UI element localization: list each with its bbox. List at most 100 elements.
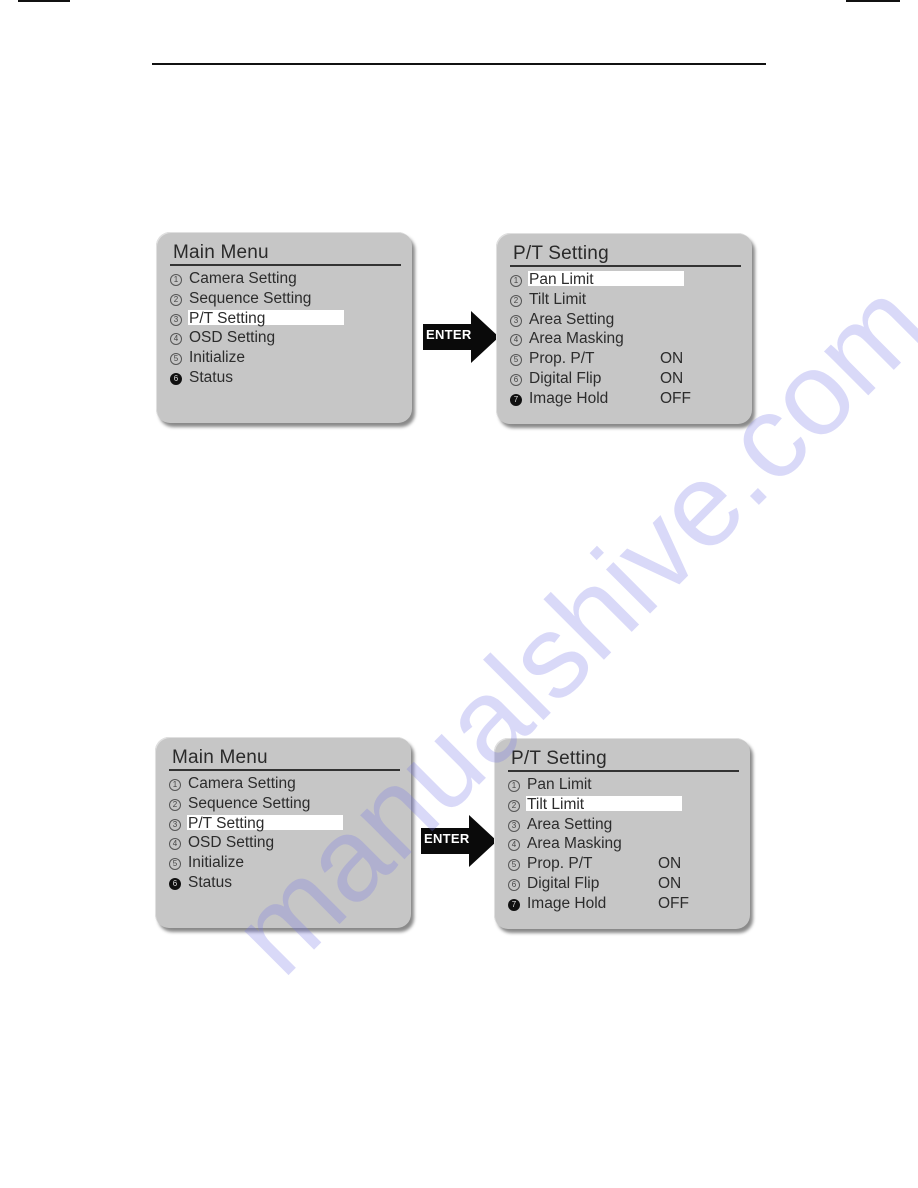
circled-number-icon: 1: [170, 274, 182, 286]
menu-item-camera-setting[interactable]: 1 Camera Setting: [170, 269, 402, 289]
menu-item-label: Initialize: [189, 349, 245, 367]
menu-item-label: Tilt Limit: [529, 290, 587, 308]
circled-number-icon: 2: [169, 798, 181, 811]
main-menu-panel: Main Menu 1 Camera Setting 2 Sequence Setti…: [155, 737, 411, 928]
menu-item-sequence-setting[interactable]: 2 Sequence Setting: [169, 794, 401, 814]
title-divider: [170, 264, 401, 266]
circled-number-icon: 5: [169, 858, 181, 871]
menu-item-label: Digital Flip: [529, 369, 602, 387]
menu-item-label: Pan Limit: [529, 271, 594, 288]
header-rule: [152, 63, 766, 65]
menu-item-label: Sequence Setting: [189, 289, 312, 307]
menu-item-prop-p-t[interactable]: 5 Prop. P/T ON: [508, 854, 740, 874]
title-divider: [510, 265, 741, 267]
menu-item-osd-setting[interactable]: 4 OSD Setting: [169, 833, 401, 853]
menu-item-label: OSD Setting: [189, 329, 276, 347]
menu-item-label: Image Hold: [527, 894, 607, 912]
menu-item-label: Prop. P/T: [527, 855, 593, 873]
menu-item-value: ON: [658, 874, 682, 892]
circled-number-icon: 5: [510, 354, 522, 367]
circled-number-icon: 7: [508, 898, 520, 911]
pt-setting-title: P/T Setting: [511, 748, 607, 769]
menu-item-tilt-limit[interactable]: 2 Tilt Limit: [508, 795, 740, 815]
menu-item-status[interactable]: 6 Status: [169, 873, 401, 893]
circled-number-icon: 3: [508, 819, 520, 832]
circled-number-icon: 3: [510, 314, 522, 327]
menu-item-status[interactable]: 6 Status: [170, 368, 402, 388]
menu-item-value: ON: [658, 855, 682, 873]
menu-item-label: Camera Setting: [189, 270, 297, 287]
circled-number-icon: 1: [169, 779, 181, 791]
menu-item-label: Pan Limit: [527, 776, 592, 793]
enter-arrow-icon: ENTER: [421, 815, 499, 867]
menu-item-label: Camera Setting: [188, 775, 296, 792]
menu-item-label: Area Masking: [529, 330, 624, 348]
menu-item-osd-setting[interactable]: 4 OSD Setting: [170, 328, 402, 348]
enter-label: ENTER: [426, 327, 472, 342]
menu-item-label: Initialize: [188, 854, 244, 872]
menu-item-tilt-limit[interactable]: 2 Tilt Limit: [510, 290, 742, 310]
menu-item-pan-limit[interactable]: 1 Pan Limit: [508, 775, 740, 795]
circled-number-icon: 5: [508, 859, 520, 872]
menu-item-label: Area Setting: [529, 310, 615, 328]
crop-mark-left: [18, 0, 70, 2]
circled-number-icon: 3: [169, 818, 181, 831]
menu-item-value: OFF: [658, 894, 689, 912]
menu-item-label: Prop. P/T: [529, 350, 595, 368]
circled-number-icon: 1: [508, 780, 520, 792]
circled-number-icon: 6: [169, 877, 181, 890]
menu-item-initialize[interactable]: 5 Initialize: [169, 853, 401, 873]
menu-item-label: Area Masking: [527, 835, 622, 853]
circled-number-icon: 1: [510, 275, 522, 287]
menu-item-pan-limit[interactable]: 1 Pan Limit: [510, 270, 742, 290]
menu-item-digital-flip[interactable]: 6 Digital Flip ON: [508, 874, 740, 894]
menu-item-value: ON: [660, 350, 684, 368]
menu-item-image-hold[interactable]: 7 Image Hold OFF: [508, 894, 740, 914]
pt-setting-panel: P/T Setting 1 Pan Limit 2 Tilt Limit 3 Area S…: [496, 233, 752, 424]
circled-number-icon: 2: [170, 293, 182, 306]
menu-item-image-hold[interactable]: 7 Image Hold OFF: [510, 389, 742, 409]
menu-item-label: Status: [188, 873, 232, 891]
menu-item-label: Area Setting: [527, 815, 613, 833]
circled-number-icon: 2: [508, 799, 520, 812]
circled-number-icon: 5: [170, 353, 182, 366]
menu-item-label: P/T Setting: [189, 309, 266, 327]
circled-number-icon: 4: [510, 334, 522, 347]
menu-item-label: Sequence Setting: [188, 794, 311, 812]
circled-number-icon: 4: [170, 333, 182, 346]
enter-arrow-icon: ENTER: [423, 311, 501, 363]
circled-number-icon: 4: [169, 838, 181, 851]
circled-number-icon: 3: [170, 313, 182, 326]
menu-item-area-masking[interactable]: 4 Area Masking: [510, 329, 742, 349]
circled-number-icon: 6: [510, 373, 522, 386]
menu-item-label: P/T Setting: [188, 814, 265, 832]
title-divider: [169, 769, 400, 771]
pt-setting-list: 1 Pan Limit 2 Tilt Limit 3 Area Setting 4 Area …: [508, 775, 740, 914]
title-divider: [508, 770, 739, 772]
menu-item-area-setting[interactable]: 3 Area Setting: [510, 310, 742, 330]
menu-item-initialize[interactable]: 5 Initialize: [170, 348, 402, 368]
menu-item-digital-flip[interactable]: 6 Digital Flip ON: [510, 369, 742, 389]
menu-item-area-setting[interactable]: 3 Area Setting: [508, 815, 740, 835]
circled-number-icon: 6: [170, 372, 182, 385]
menu-item-camera-setting[interactable]: 1 Camera Setting: [169, 774, 401, 794]
circled-number-icon: 4: [508, 839, 520, 852]
menu-item-p-t-setting[interactable]: 3 P/T Setting: [170, 309, 402, 329]
main-menu-title: Main Menu: [173, 242, 269, 263]
menu-item-label: Image Hold: [529, 389, 609, 407]
menu-item-p-t-setting[interactable]: 3 P/T Setting: [169, 814, 401, 834]
crop-mark-right: [846, 0, 900, 2]
menu-item-label: Status: [189, 368, 233, 386]
menu-item-value: OFF: [660, 389, 691, 407]
menu-item-prop-p-t[interactable]: 5 Prop. P/T ON: [510, 349, 742, 369]
menu-item-area-masking[interactable]: 4 Area Masking: [508, 834, 740, 854]
enter-label: ENTER: [424, 831, 470, 846]
pt-setting-list: 1 Pan Limit 2 Tilt Limit 3 Area Setting 4 Area …: [510, 270, 742, 409]
menu-item-label: Digital Flip: [527, 874, 600, 892]
circled-number-icon: 7: [510, 393, 522, 406]
main-menu-panel: Main Menu 1 Camera Setting 2 Sequence Setti…: [156, 232, 412, 423]
circled-number-icon: 2: [510, 294, 522, 307]
menu-item-sequence-setting[interactable]: 2 Sequence Setting: [170, 289, 402, 309]
menu-item-label: OSD Setting: [188, 834, 275, 852]
main-menu-list: 1 Camera Setting 2 Sequence Setting 3 P/T Set…: [169, 774, 401, 893]
